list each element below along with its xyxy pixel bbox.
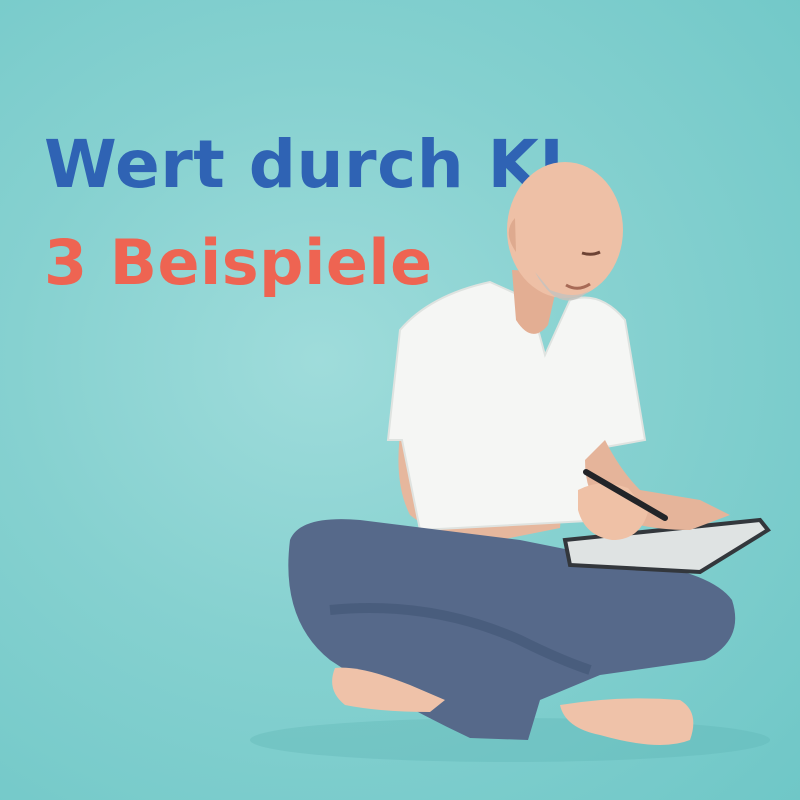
head — [507, 162, 623, 298]
seated-man-illustration — [250, 162, 771, 762]
